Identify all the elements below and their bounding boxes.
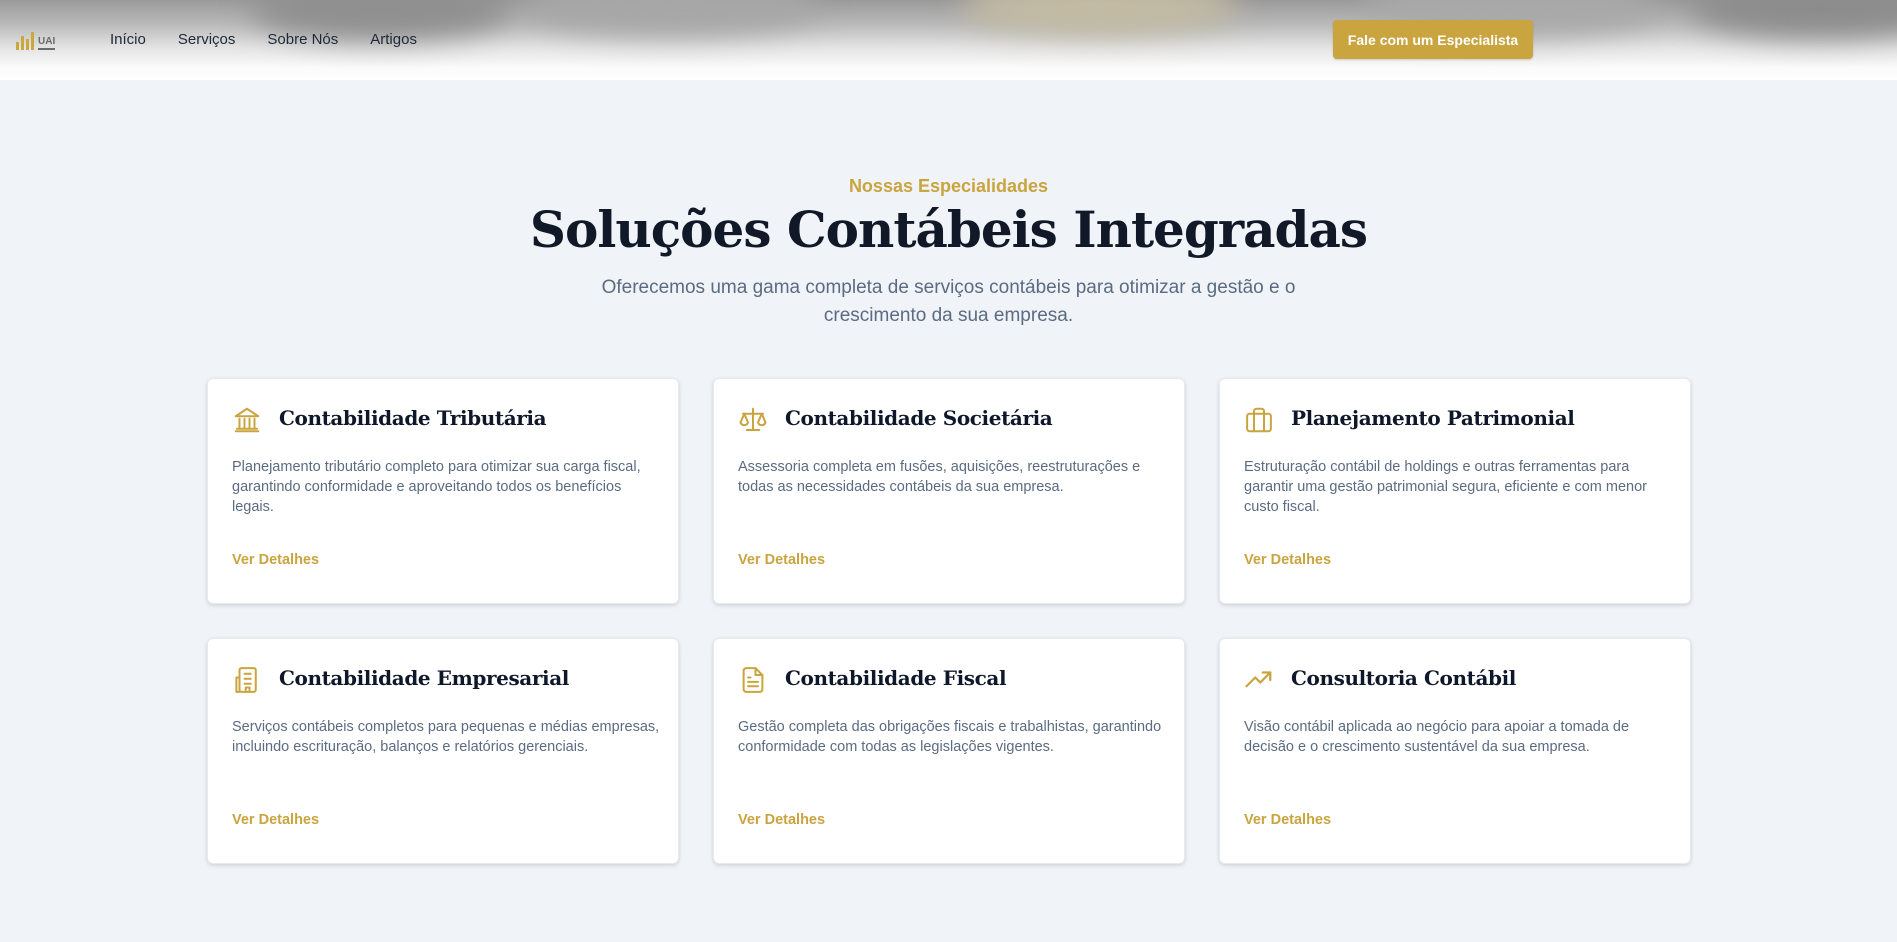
card-description: Serviços contábeis completos para pequen…	[232, 719, 660, 755]
card-details-link[interactable]: Ver Detalhes	[738, 552, 825, 568]
card-details-link[interactable]: Ver Detalhes	[1244, 812, 1331, 828]
service-card-consultoria-contabil: Consultoria Contábil Visão contábil apli…	[1219, 638, 1691, 864]
logo-wordmark: UAI	[38, 37, 56, 50]
main-nav: Início Serviços Sobre Nós Artigos	[110, 31, 417, 48]
section-title: Soluções Contábeis Integradas	[529, 200, 1368, 259]
card-description: Visão contábil aplicada ao negócio para …	[1244, 719, 1630, 755]
header-background-blur	[520, 0, 820, 35]
card-description: Estruturação contábil de holdings e outr…	[1244, 459, 1647, 515]
card-description: Gestão completa das obrigações fiscais e…	[738, 719, 1162, 755]
card-title: Contabilidade Societária	[785, 406, 1053, 430]
nav-link-artigos[interactable]: Artigos	[370, 31, 417, 48]
service-card-contabilidade-fiscal: Contabilidade Fiscal Gestão completa das…	[713, 638, 1185, 864]
card-details-link[interactable]: Ver Detalhes	[232, 552, 319, 568]
nav-link-inicio[interactable]: Início	[110, 31, 146, 48]
nav-link-sobre-nos[interactable]: Sobre Nós	[267, 31, 338, 48]
card-details-link[interactable]: Ver Detalhes	[1244, 552, 1331, 568]
briefcase-icon	[1244, 404, 1274, 436]
card-title: Consultoria Contábil	[1291, 666, 1517, 690]
site-logo[interactable]: UAI	[16, 28, 68, 50]
header-background-blur	[1690, 0, 1897, 38]
service-card-planejamento-patrimonial: Planejamento Patrimonial Estruturação co…	[1219, 378, 1691, 604]
contact-specialist-button[interactable]: Fale com um Especialista	[1333, 20, 1533, 59]
card-title: Planejamento Patrimonial	[1291, 406, 1575, 430]
service-card-contabilidade-societaria: Contabilidade Societária Assessoria comp…	[713, 378, 1185, 604]
building-icon	[232, 664, 262, 696]
scale-icon	[738, 404, 768, 436]
service-card-contabilidade-tributaria: Contabilidade Tributária Planejamento tr…	[207, 378, 679, 604]
card-description: Assessoria completa em fusões, aquisiçõe…	[738, 459, 1141, 495]
bank-icon	[232, 404, 262, 436]
card-title: Contabilidade Fiscal	[785, 666, 1007, 690]
card-details-link[interactable]: Ver Detalhes	[738, 812, 825, 828]
section-eyebrow: Nossas Especialidades	[848, 176, 1049, 196]
logo-mark-icon	[16, 32, 34, 50]
trending-up-icon	[1244, 664, 1274, 696]
service-card-contabilidade-empresarial: Contabilidade Empresarial Serviços contá…	[207, 638, 679, 864]
document-icon	[738, 664, 768, 696]
header-background-blur	[960, 0, 1240, 35]
card-description: Planejamento tributário completo para ot…	[232, 459, 641, 515]
nav-link-servicos[interactable]: Serviços	[178, 31, 236, 48]
section-subtitle: Oferecemos uma gama completa de serviços…	[601, 277, 1296, 326]
card-title: Contabilidade Empresarial	[279, 666, 569, 690]
site-header: UAI Início Serviços Sobre Nós Artigos Fa…	[0, 0, 1897, 80]
card-title: Contabilidade Tributária	[279, 406, 547, 430]
card-details-link[interactable]: Ver Detalhes	[232, 812, 319, 828]
